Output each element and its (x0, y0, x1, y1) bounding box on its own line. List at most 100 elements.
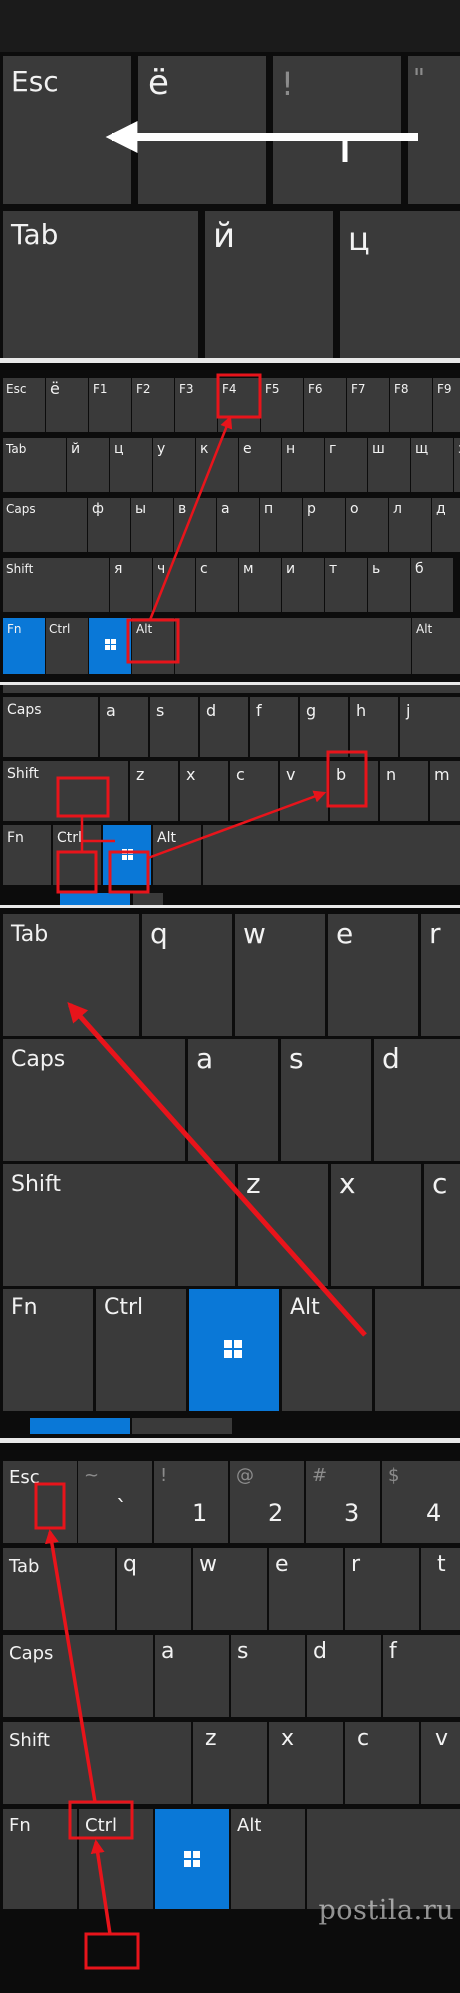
key-s[interactable]: s (281, 1039, 371, 1161)
key-f3[interactable]: F3 (175, 378, 217, 432)
key-ru[interactable]: з (454, 438, 460, 492)
key-ru[interactable]: г (325, 438, 367, 492)
key-z[interactable]: z (238, 1164, 328, 1286)
key-1[interactable]: ! 1 (154, 1461, 228, 1543)
key-b[interactable]: b (330, 761, 378, 821)
key-d[interactable]: d (307, 1635, 381, 1717)
key-win[interactable] (155, 1809, 229, 1909)
key-s[interactable]: s (231, 1635, 305, 1717)
key-ru[interactable]: л (389, 498, 431, 552)
key-alt[interactable]: Alt (231, 1809, 305, 1909)
key-w[interactable]: w (235, 914, 325, 1036)
key-caps[interactable]: Caps (3, 498, 87, 552)
key-ru[interactable]: е (239, 438, 281, 492)
key-a[interactable]: a (100, 697, 148, 757)
key-shift[interactable]: Shift (3, 558, 109, 612)
key-f6[interactable]: F6 (304, 378, 346, 432)
key-ts[interactable]: ц (340, 211, 460, 358)
key-tab[interactable]: Tab (3, 1548, 115, 1630)
key-x[interactable]: x (180, 761, 228, 821)
key-ru[interactable]: ц (110, 438, 152, 492)
key-x[interactable]: x (331, 1164, 421, 1286)
key-ru[interactable]: н (282, 438, 324, 492)
key-ru[interactable]: д (432, 498, 460, 552)
key-q[interactable]: q (117, 1548, 191, 1630)
key-tab[interactable]: Tab (3, 438, 66, 492)
key-space[interactable] (307, 1809, 460, 1909)
key-fn[interactable]: Fn (3, 825, 51, 885)
key-space[interactable] (175, 618, 411, 674)
key-ru[interactable]: ь (368, 558, 410, 612)
key-ru[interactable]: ш (368, 438, 410, 492)
key-2[interactable]: @ 2 (230, 1461, 304, 1543)
key-4[interactable]: $ 4 (382, 1461, 460, 1543)
key-ru[interactable]: т (325, 558, 367, 612)
key-ru[interactable]: п (260, 498, 302, 552)
key-fn[interactable]: Fn (3, 618, 45, 674)
key-v[interactable]: v (421, 1722, 460, 1804)
key-a[interactable]: a (188, 1039, 278, 1161)
key-ru[interactable]: у (153, 438, 195, 492)
key-ctrl[interactable]: Ctrl (96, 1289, 186, 1411)
key-t[interactable]: t (421, 1548, 460, 1630)
key-caps[interactable]: Caps (3, 697, 98, 757)
key-ru[interactable]: о (346, 498, 388, 552)
key-alt[interactable]: Alt (132, 618, 174, 674)
key-yo[interactable]: ё (46, 378, 88, 432)
key-backtick[interactable]: ~ ` (78, 1461, 152, 1543)
key-esc[interactable]: Esc (3, 1461, 77, 1543)
key-alt[interactable]: Alt (153, 825, 201, 885)
key-z[interactable]: z (130, 761, 178, 821)
key-ru[interactable]: а (217, 498, 259, 552)
key-f5[interactable]: F5 (261, 378, 303, 432)
key-y[interactable]: й (205, 211, 333, 358)
key-ctrl[interactable]: Ctrl (46, 618, 88, 674)
key-ru[interactable]: р (303, 498, 345, 552)
key-space[interactable] (375, 1289, 460, 1411)
key-c[interactable]: c (230, 761, 278, 821)
key-ru[interactable]: б (411, 558, 453, 612)
key-q[interactable]: q (142, 914, 232, 1036)
key-ru[interactable]: й (67, 438, 109, 492)
key-ru[interactable]: с (196, 558, 238, 612)
key-alt[interactable]: Alt (282, 1289, 372, 1411)
key-f[interactable]: f (250, 697, 298, 757)
key-win[interactable] (103, 825, 151, 885)
key-fn[interactable]: Fn (3, 1289, 93, 1411)
key-tab[interactable]: Tab (3, 211, 198, 358)
key-space[interactable] (203, 825, 460, 885)
key-e[interactable]: e (269, 1548, 343, 1630)
key-n[interactable]: n (380, 761, 428, 821)
key-esc[interactable]: Esc (3, 56, 131, 204)
key-v[interactable]: v (280, 761, 328, 821)
key-alt-right[interactable]: Alt (412, 618, 460, 674)
key-h[interactable]: h (350, 697, 398, 757)
key-x[interactable]: x (269, 1722, 343, 1804)
key-ru[interactable]: в (174, 498, 216, 552)
key-f4[interactable]: F4 (218, 378, 260, 432)
key-m[interactable]: m (430, 761, 460, 821)
key-f[interactable]: f (383, 1635, 460, 1717)
key-caps[interactable]: Caps (3, 1039, 185, 1161)
key-ru[interactable]: к (196, 438, 238, 492)
key-1[interactable]: ! (273, 56, 401, 204)
key-r[interactable]: r (421, 914, 460, 1036)
key-shift[interactable]: Shift (3, 761, 128, 821)
key-esc[interactable]: Esc (3, 378, 45, 432)
key-c[interactable]: c (345, 1722, 419, 1804)
key-shift[interactable]: Shift (3, 1722, 191, 1804)
key-ctrl[interactable]: Ctrl (79, 1809, 153, 1909)
key-ru[interactable]: м (239, 558, 281, 612)
key-win[interactable] (189, 1289, 279, 1411)
key-f9[interactable]: F9 (433, 378, 460, 432)
key-f2[interactable]: F2 (132, 378, 174, 432)
key-tab[interactable]: Tab (3, 914, 139, 1036)
key-yo[interactable]: ё (138, 56, 266, 204)
key-w[interactable]: w (193, 1548, 267, 1630)
key-e[interactable]: e (328, 914, 418, 1036)
key-s[interactable]: s (150, 697, 198, 757)
key-d[interactable]: d (200, 697, 248, 757)
key-f1[interactable]: F1 (89, 378, 131, 432)
key-ru[interactable]: ы (131, 498, 173, 552)
key-fn[interactable]: Fn (3, 1809, 77, 1909)
